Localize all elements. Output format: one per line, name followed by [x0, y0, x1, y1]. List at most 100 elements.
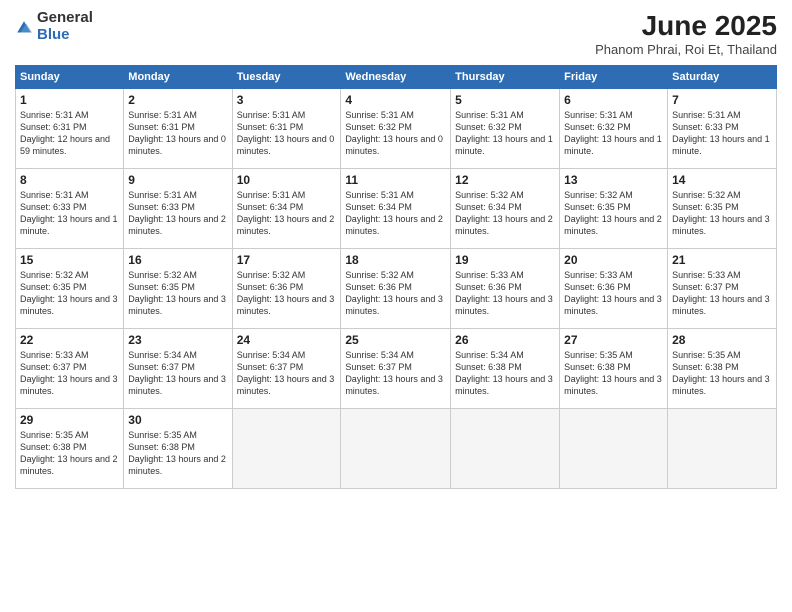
- day-info: Sunrise: 5:31 AM Sunset: 6:32 PM Dayligh…: [455, 109, 555, 158]
- calendar-week-row: 15Sunrise: 5:32 AM Sunset: 6:35 PM Dayli…: [16, 249, 777, 329]
- day-info: Sunrise: 5:35 AM Sunset: 6:38 PM Dayligh…: [128, 429, 227, 478]
- day-info: Sunrise: 5:34 AM Sunset: 6:37 PM Dayligh…: [237, 349, 337, 398]
- day-info: Sunrise: 5:35 AM Sunset: 6:38 PM Dayligh…: [20, 429, 119, 478]
- day-number: 5: [455, 93, 555, 107]
- col-tuesday: Tuesday: [232, 66, 341, 89]
- day-info: Sunrise: 5:32 AM Sunset: 6:36 PM Dayligh…: [345, 269, 446, 318]
- calendar-week-row: 8 Sunrise: 5:31 AM Sunset: 6:33 PM Daylig…: [16, 169, 777, 249]
- location-subtitle: Phanom Phrai, Roi Et, Thailand: [595, 42, 777, 57]
- day-number: 27: [564, 333, 663, 347]
- day-number: 16: [128, 253, 227, 267]
- day-info: Sunrise: 5:35 AM Sunset: 6:38 PM Dayligh…: [672, 349, 772, 398]
- logo-icon: [15, 19, 33, 37]
- day-info: Sunrise: 5:31 AM Sunset: 6:33 PM Dayligh…: [20, 189, 119, 238]
- day-number: 29: [20, 413, 119, 427]
- table-row: 26 Sunrise: 5:34 AM Sunset: 6:38 PM Dayli…: [451, 329, 560, 409]
- table-row: 1 Sunrise: 5:31 AM Sunset: 6:31 PM Daylig…: [16, 89, 124, 169]
- day-info: Sunrise: 5:32 AM Sunset: 6:34 PM Dayligh…: [455, 189, 555, 238]
- table-row: 6 Sunrise: 5:31 AM Sunset: 6:32 PM Daylig…: [560, 89, 668, 169]
- day-info: Sunrise: 5:32 AM Sunset: 6:35 PM Dayligh…: [672, 189, 772, 238]
- day-info: Sunrise: 5:34 AM Sunset: 6:38 PM Dayligh…: [455, 349, 555, 398]
- table-row: [232, 409, 341, 489]
- logo-general: General: [37, 10, 93, 27]
- day-info: Sunrise: 5:31 AM Sunset: 6:31 PM Dayligh…: [237, 109, 337, 158]
- day-number: 21: [672, 253, 772, 267]
- day-number: 20: [564, 253, 663, 267]
- day-info: Sunrise: 5:31 AM Sunset: 6:33 PM Dayligh…: [672, 109, 772, 158]
- day-info: Sunrise: 5:32 AM Sunset: 6:35 PM Dayligh…: [20, 269, 119, 318]
- day-number: 9: [128, 173, 227, 187]
- day-number: 8: [20, 173, 119, 187]
- day-info: Sunrise: 5:33 AM Sunset: 6:37 PM Dayligh…: [20, 349, 119, 398]
- day-number: 13: [564, 173, 663, 187]
- table-row: [560, 409, 668, 489]
- table-row: 3Sunrise: 5:31 AM Sunset: 6:31 PM Daylig…: [232, 89, 341, 169]
- table-row: 29 Sunrise: 5:35 AM Sunset: 6:38 PM Dayli…: [16, 409, 124, 489]
- col-thursday: Thursday: [451, 66, 560, 89]
- calendar-table: Sunday Monday Tuesday Wednesday Thursday…: [15, 65, 777, 489]
- table-row: 30 Sunrise: 5:35 AM Sunset: 6:38 PM Dayli…: [124, 409, 232, 489]
- page: General Blue June 2025 Phanom Phrai, Roi…: [0, 0, 792, 612]
- day-number: 14: [672, 173, 772, 187]
- logo: General Blue: [15, 10, 93, 43]
- calendar-week-row: 1 Sunrise: 5:31 AM Sunset: 6:31 PM Daylig…: [16, 89, 777, 169]
- day-number: 18: [345, 253, 446, 267]
- col-sunday: Sunday: [16, 66, 124, 89]
- table-row: 7Sunrise: 5:31 AM Sunset: 6:33 PM Daylig…: [668, 89, 777, 169]
- day-info: Sunrise: 5:33 AM Sunset: 6:36 PM Dayligh…: [455, 269, 555, 318]
- day-info: Sunrise: 5:31 AM Sunset: 6:34 PM Dayligh…: [345, 189, 446, 238]
- day-number: 2: [128, 93, 227, 107]
- day-number: 26: [455, 333, 555, 347]
- col-wednesday: Wednesday: [341, 66, 451, 89]
- table-row: 27 Sunrise: 5:35 AM Sunset: 6:38 PM Dayli…: [560, 329, 668, 409]
- table-row: 18 Sunrise: 5:32 AM Sunset: 6:36 PM Dayli…: [341, 249, 451, 329]
- day-info: Sunrise: 5:31 AM Sunset: 6:31 PM Dayligh…: [20, 109, 119, 158]
- table-row: 21 Sunrise: 5:33 AM Sunset: 6:37 PM Dayli…: [668, 249, 777, 329]
- day-info: Sunrise: 5:31 AM Sunset: 6:32 PM Dayligh…: [345, 109, 446, 158]
- day-number: 25: [345, 333, 446, 347]
- col-friday: Friday: [560, 66, 668, 89]
- day-number: 1: [20, 93, 119, 107]
- table-row: 14 Sunrise: 5:32 AM Sunset: 6:35 PM Dayli…: [668, 169, 777, 249]
- table-row: [451, 409, 560, 489]
- day-number: 24: [237, 333, 337, 347]
- table-row: 25 Sunrise: 5:34 AM Sunset: 6:37 PM Dayli…: [341, 329, 451, 409]
- day-number: 30: [128, 413, 227, 427]
- table-row: 2Sunrise: 5:31 AM Sunset: 6:31 PM Daylig…: [124, 89, 232, 169]
- table-row: 23 Sunrise: 5:34 AM Sunset: 6:37 PM Dayli…: [124, 329, 232, 409]
- table-row: 10Sunrise: 5:31 AM Sunset: 6:34 PM Dayli…: [232, 169, 341, 249]
- day-number: 10: [237, 173, 337, 187]
- table-row: 16Sunrise: 5:32 AM Sunset: 6:35 PM Dayli…: [124, 249, 232, 329]
- day-number: 17: [237, 253, 337, 267]
- table-row: [341, 409, 451, 489]
- table-row: 20Sunrise: 5:33 AM Sunset: 6:36 PM Dayli…: [560, 249, 668, 329]
- table-row: 12Sunrise: 5:32 AM Sunset: 6:34 PM Dayli…: [451, 169, 560, 249]
- col-saturday: Saturday: [668, 66, 777, 89]
- table-row: [668, 409, 777, 489]
- table-row: 15Sunrise: 5:32 AM Sunset: 6:35 PM Dayli…: [16, 249, 124, 329]
- col-monday: Monday: [124, 66, 232, 89]
- day-info: Sunrise: 5:31 AM Sunset: 6:32 PM Dayligh…: [564, 109, 663, 158]
- table-row: 9Sunrise: 5:31 AM Sunset: 6:33 PM Daylig…: [124, 169, 232, 249]
- calendar-week-row: 29 Sunrise: 5:35 AM Sunset: 6:38 PM Dayli…: [16, 409, 777, 489]
- table-row: 4 Sunrise: 5:31 AM Sunset: 6:32 PM Daylig…: [341, 89, 451, 169]
- day-info: Sunrise: 5:33 AM Sunset: 6:37 PM Dayligh…: [672, 269, 772, 318]
- day-number: 23: [128, 333, 227, 347]
- day-info: Sunrise: 5:35 AM Sunset: 6:38 PM Dayligh…: [564, 349, 663, 398]
- table-row: 24 Sunrise: 5:34 AM Sunset: 6:37 PM Dayli…: [232, 329, 341, 409]
- day-number: 4: [345, 93, 446, 107]
- day-number: 6: [564, 93, 663, 107]
- table-row: 8 Sunrise: 5:31 AM Sunset: 6:33 PM Daylig…: [16, 169, 124, 249]
- table-row: 17Sunrise: 5:32 AM Sunset: 6:36 PM Dayli…: [232, 249, 341, 329]
- day-info: Sunrise: 5:34 AM Sunset: 6:37 PM Dayligh…: [128, 349, 227, 398]
- day-number: 22: [20, 333, 119, 347]
- logo-blue: Blue: [37, 27, 93, 44]
- day-number: 19: [455, 253, 555, 267]
- day-number: 28: [672, 333, 772, 347]
- calendar-header-row: Sunday Monday Tuesday Wednesday Thursday…: [16, 66, 777, 89]
- table-row: 11 Sunrise: 5:31 AM Sunset: 6:34 PM Dayli…: [341, 169, 451, 249]
- logo-text: General Blue: [37, 10, 93, 43]
- day-number: 11: [345, 173, 446, 187]
- header: General Blue June 2025 Phanom Phrai, Roi…: [15, 10, 777, 57]
- day-info: Sunrise: 5:34 AM Sunset: 6:37 PM Dayligh…: [345, 349, 446, 398]
